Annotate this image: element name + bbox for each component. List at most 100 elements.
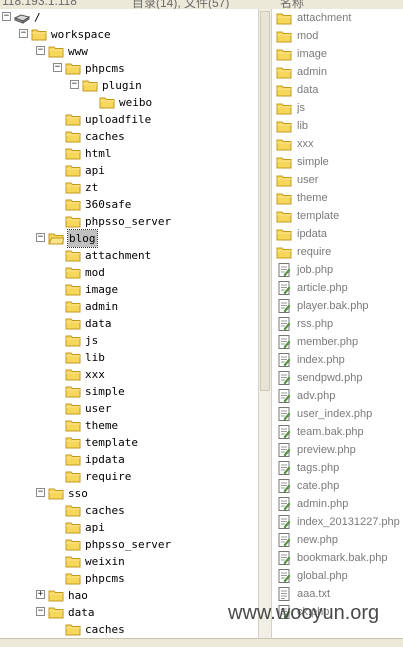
tree-node-label[interactable]: theme [85,417,118,434]
collapse-toggle[interactable]: − [19,29,28,38]
tree-node[interactable]: − www [0,43,258,60]
tree-node[interactable]: weibo [0,94,258,111]
tree-node[interactable]: attachment [0,247,258,264]
tree-node[interactable]: template [0,434,258,451]
tree-node-label[interactable]: template [85,434,138,451]
folder-item[interactable]: image [276,45,401,63]
tree-node[interactable]: zt [0,179,258,196]
folder-item[interactable]: user [276,171,401,189]
tree-node-label[interactable]: sso [68,485,88,502]
tree-node-label[interactable]: caches [85,502,125,519]
collapse-toggle[interactable]: − [36,46,45,55]
folder-item[interactable]: data [276,81,401,99]
file-item[interactable]: member.php [276,333,401,351]
file-item[interactable]: index.php [276,351,401,369]
tree-node-label[interactable]: js [85,332,98,349]
file-item[interactable]: index_20131227.php [276,513,401,531]
tree-node-label[interactable]: mod [85,264,105,281]
folder-item[interactable]: mod [276,27,401,45]
tree-node-label-selected[interactable]: blog [67,229,98,248]
expand-toggle[interactable]: + [36,590,45,599]
tree-node-label[interactable]: ipdata [85,451,125,468]
tree-node[interactable]: − workspace [0,26,258,43]
file-item[interactable]: sendpwd.php [276,369,401,387]
tree-node-label[interactable]: caches [85,128,125,145]
tree-node[interactable]: phpsso_server [0,536,258,553]
file-item[interactable]: cate.php [276,477,401,495]
tree-node-label[interactable]: admin [85,298,118,315]
collapse-toggle[interactable]: − [53,63,62,72]
tree-node[interactable]: image [0,281,258,298]
folder-item[interactable]: require [276,243,401,261]
tree-node[interactable]: data [0,315,258,332]
file-item[interactable]: team.bak.php [276,423,401,441]
scrollbar-thumb[interactable] [260,11,270,391]
tree-node-label[interactable]: 360safe [85,196,131,213]
tree-node-label[interactable]: caches [85,621,125,638]
tree-node-label[interactable]: api [85,162,105,179]
collapse-toggle[interactable]: − [36,233,45,242]
tree-node[interactable]: caches [0,621,258,638]
file-item[interactable]: job.php [276,261,401,279]
tree-node[interactable]: weixin [0,553,258,570]
tree-node-label[interactable]: phpsso_server [85,536,171,553]
collapse-toggle[interactable]: − [70,80,79,89]
tree-node[interactable]: caches [0,502,258,519]
tree-node-label[interactable]: weibo [119,94,152,111]
folder-item[interactable]: lib [276,117,401,135]
folder-item[interactable]: js [276,99,401,117]
tree-node-label[interactable]: workspace [51,26,111,43]
tree-node[interactable]: require [0,468,258,485]
tree-node-label[interactable]: attachment [85,247,151,264]
tree-node[interactable]: simple [0,383,258,400]
tree-node[interactable]: html [0,145,258,162]
tree-node-label[interactable]: html [85,145,112,162]
tree-node-label[interactable]: xxx [85,366,105,383]
tree-node[interactable]: − sso [0,485,258,502]
tree-node[interactable]: + hao [0,587,258,604]
tree-node-label[interactable]: phpcms [85,570,125,587]
tree-node[interactable]: theme [0,417,258,434]
collapse-toggle[interactable]: − [36,488,45,497]
tree-node-label[interactable]: image [85,281,118,298]
file-item[interactable]: player.bak.php [276,297,401,315]
tree-node-label[interactable]: data [85,315,112,332]
file-item[interactable]: bookmark.bak.php [276,549,401,567]
tree-node[interactable]: phpcms [0,570,258,587]
tree-node[interactable]: mod [0,264,258,281]
tree-node-label[interactable]: data [68,604,95,621]
folder-item[interactable]: ipdata [276,225,401,243]
tree-node-label[interactable]: lib [85,349,105,366]
tree-node[interactable]: js [0,332,258,349]
tree-node-label[interactable]: / [34,9,41,26]
tree-node[interactable]: − data [0,604,258,621]
folder-item[interactable]: attachment [276,9,401,27]
collapse-toggle[interactable]: − [36,607,45,616]
file-item[interactable]: preview.php [276,441,401,459]
file-item[interactable]: global.php [276,567,401,585]
file-item[interactable]: rss.php [276,315,401,333]
tree-node-label[interactable]: user [85,400,112,417]
tree-node-label[interactable]: uploadfile [85,111,151,128]
tree-node-label[interactable]: simple [85,383,125,400]
file-item[interactable]: admin.php [276,495,401,513]
vertical-scrollbar[interactable] [258,9,272,638]
folder-item[interactable]: template [276,207,401,225]
file-item[interactable]: user_index.php [276,405,401,423]
tree-node[interactable]: − plugin [0,77,258,94]
folder-item[interactable]: theme [276,189,401,207]
tree-node[interactable]: − blog [0,229,258,248]
tree-node-label[interactable]: phpsso_server [85,213,171,230]
tree-node[interactable]: admin [0,298,258,315]
tree-node-label[interactable]: require [85,468,131,485]
tree-node-label[interactable]: www [68,43,88,60]
folder-item[interactable]: simple [276,153,401,171]
file-item[interactable]: adv.php [276,387,401,405]
tree-node[interactable]: phpsso_server [0,213,258,230]
file-item[interactable]: tags.php [276,459,401,477]
file-item[interactable]: aaa.txt [276,585,401,603]
file-item[interactable]: new.php [276,531,401,549]
folder-tree-pane[interactable]: − / − workspace − www − phpcms − plugin weibo uploa… [0,9,258,638]
collapse-toggle[interactable]: − [2,12,11,21]
tree-node-label[interactable]: phpcms [85,60,125,77]
